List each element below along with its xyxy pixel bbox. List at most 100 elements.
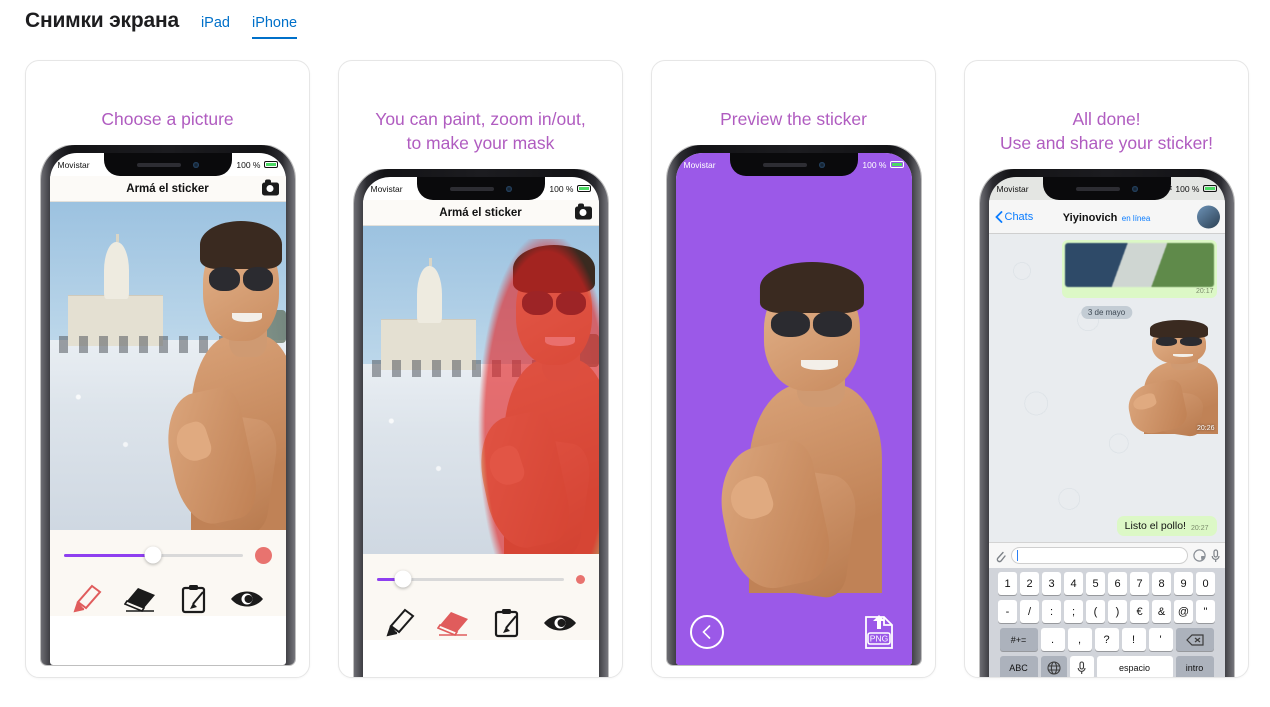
export-png-button[interactable]: PNG bbox=[860, 611, 898, 651]
clipboard-broom-icon bbox=[182, 585, 206, 614]
screenshot-card-4[interactable]: All done! Use and share your sticker! Mo… bbox=[964, 60, 1249, 678]
key-0[interactable]: 0 bbox=[1196, 572, 1215, 595]
key-quote[interactable]: " bbox=[1196, 600, 1215, 623]
chevron-left-icon bbox=[994, 210, 1002, 223]
preview-tool-button[interactable] bbox=[540, 606, 580, 640]
key-colon[interactable]: : bbox=[1042, 600, 1061, 623]
key-7[interactable]: 7 bbox=[1130, 572, 1149, 595]
key-2[interactable]: 2 bbox=[1020, 572, 1039, 595]
marker-icon bbox=[72, 584, 101, 613]
sunglasses-icon bbox=[1156, 337, 1202, 346]
chevron-left-icon bbox=[701, 625, 710, 639]
avatar[interactable] bbox=[1196, 205, 1220, 228]
key-euro[interactable]: € bbox=[1130, 600, 1149, 623]
person-hair bbox=[1149, 320, 1209, 338]
status-carrier-2: Movistar bbox=[370, 183, 403, 194]
tab-ipad[interactable]: iPad bbox=[201, 16, 230, 39]
screenshot-caption-1: Choose a picture bbox=[101, 109, 234, 129]
message-sticker[interactable]: 20:26 bbox=[1117, 318, 1221, 438]
eraser-icon bbox=[436, 612, 468, 636]
tab-iphone[interactable]: iPhone bbox=[251, 16, 298, 39]
keyboard-row-symbols: - / : ; ( ) € & @ " bbox=[991, 600, 1223, 623]
screenshot-card-3[interactable]: Preview the sticker Movistar 100 % PNG bbox=[651, 60, 936, 678]
key-9[interactable]: 9 bbox=[1174, 572, 1193, 595]
marker-tool-button[interactable] bbox=[68, 582, 108, 616]
person-mouth bbox=[545, 336, 575, 347]
key-exclamation[interactable]: ! bbox=[1121, 628, 1146, 651]
key-symbols-toggle[interactable]: #+= bbox=[999, 628, 1038, 651]
attachment-clip-icon[interactable] bbox=[994, 549, 1006, 563]
key-abc-toggle[interactable]: ABC bbox=[999, 656, 1038, 677]
globe-icon bbox=[1046, 660, 1061, 675]
key-apostrophe[interactable]: ' bbox=[1148, 628, 1173, 651]
key-8[interactable]: 8 bbox=[1152, 572, 1171, 595]
battery-percent-3: 100 % bbox=[862, 159, 887, 170]
status-carrier-4: Movistar bbox=[996, 183, 1029, 194]
editor-photo-2[interactable] bbox=[362, 226, 599, 554]
brush-size-row-1 bbox=[63, 542, 272, 568]
slider-thumb[interactable] bbox=[394, 570, 412, 588]
phone-screen: Movistar ✻ 100 % bbox=[988, 177, 1225, 677]
contact-name: Yiyinovich bbox=[1062, 211, 1118, 224]
key-at[interactable]: @ bbox=[1174, 600, 1193, 623]
key-4[interactable]: 4 bbox=[1064, 572, 1083, 595]
key-1[interactable]: 1 bbox=[998, 572, 1017, 595]
phone-frame: Movistar 100 % Armá el sticker bbox=[40, 145, 295, 665]
key-space[interactable]: espacio bbox=[1096, 656, 1173, 677]
battery-percent-4: 100 % bbox=[1175, 183, 1200, 194]
camera-icon[interactable] bbox=[261, 179, 279, 195]
brush-size-slider-2[interactable] bbox=[376, 570, 564, 588]
message-bubble-image[interactable]: 20:17 bbox=[1061, 240, 1217, 298]
key-3[interactable]: 3 bbox=[1042, 572, 1061, 595]
back-to-chats-button[interactable]: Chats bbox=[994, 210, 1033, 223]
eraser-tool-button[interactable] bbox=[121, 582, 161, 616]
key-6[interactable]: 6 bbox=[1108, 572, 1127, 595]
key-paren-open[interactable]: ( bbox=[1086, 600, 1105, 623]
key-hyphen[interactable]: - bbox=[998, 600, 1017, 623]
phone-mockup-3: Movistar 100 % PNG bbox=[665, 145, 923, 677]
key-comma[interactable]: , bbox=[1067, 628, 1092, 651]
key-slash[interactable]: / bbox=[1020, 600, 1039, 623]
slider-thumb[interactable] bbox=[144, 546, 162, 564]
camera-icon[interactable] bbox=[574, 203, 592, 219]
back-chevron-circle-icon[interactable] bbox=[689, 615, 724, 649]
phone-notch bbox=[416, 177, 545, 200]
clear-tool-button[interactable] bbox=[487, 606, 527, 640]
brush-size-slider-1[interactable] bbox=[63, 546, 243, 564]
status-battery-1: 100 % bbox=[236, 160, 278, 170]
key-paren-close[interactable]: ) bbox=[1108, 600, 1127, 623]
sticker-icon[interactable] bbox=[1192, 549, 1206, 562]
editor-photo-1[interactable] bbox=[49, 202, 286, 530]
key-semicolon[interactable]: ; bbox=[1064, 600, 1083, 623]
battery-icon bbox=[263, 161, 278, 168]
preview-tool-button[interactable] bbox=[227, 582, 267, 616]
key-5[interactable]: 5 bbox=[1086, 572, 1105, 595]
clear-tool-button[interactable] bbox=[174, 582, 214, 616]
chat-message-list[interactable]: 20:17 3 de mayo 20:26 Listo el pollo! 20… bbox=[988, 234, 1225, 542]
phone-mockup-1: Movistar 100 % Armá el sticker bbox=[39, 145, 297, 677]
key-dictation[interactable] bbox=[1069, 656, 1094, 677]
marker-tool-button[interactable] bbox=[381, 606, 421, 640]
message-input[interactable] bbox=[1010, 547, 1188, 564]
message-time: 20:27 bbox=[1190, 525, 1209, 532]
sunglass-lens-right bbox=[813, 311, 853, 337]
screenshot-card-1[interactable]: Choose a picture Movistar 100 % Armá el … bbox=[25, 60, 310, 678]
key-backspace[interactable] bbox=[1175, 628, 1214, 651]
editor-toolbar-2 bbox=[362, 554, 599, 640]
key-ampersand[interactable]: & bbox=[1152, 600, 1171, 623]
message-image-thumbnail bbox=[1064, 243, 1214, 287]
marker-icon bbox=[385, 608, 414, 637]
chat-header-titles[interactable]: Yiyinovich en línea bbox=[1063, 208, 1151, 226]
microphone-icon[interactable] bbox=[1211, 548, 1220, 563]
key-period[interactable]: . bbox=[1040, 628, 1065, 651]
screenshot-card-2[interactable]: You can paint, zoom in/out, to make your… bbox=[338, 60, 623, 678]
whatsapp-chat: Movistar ✻ 100 % bbox=[988, 177, 1225, 677]
key-question[interactable]: ? bbox=[1094, 628, 1119, 651]
key-globe[interactable] bbox=[1040, 656, 1067, 677]
message-bubble-text[interactable]: Listo el pollo! 20:27 bbox=[1116, 516, 1217, 536]
sticker-cutout bbox=[701, 255, 885, 600]
screenshot-caption-4: All done! Use and share your sticker! bbox=[999, 109, 1213, 153]
eraser-tool-button[interactable] bbox=[434, 606, 474, 640]
key-return[interactable]: intro bbox=[1175, 656, 1214, 677]
phone-notch bbox=[103, 153, 232, 176]
